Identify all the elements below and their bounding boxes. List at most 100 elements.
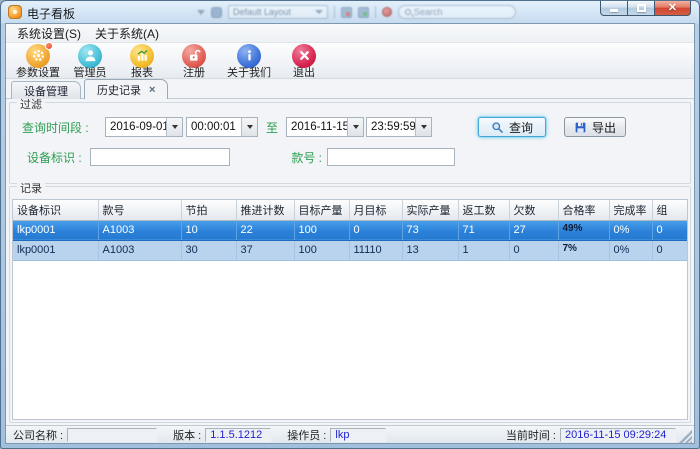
date-from-picker[interactable]: 2016-09-01 — [105, 117, 183, 137]
cell[interactable]: 0% — [609, 240, 652, 260]
toolbar-button-params[interactable]: 参数设置 — [12, 43, 64, 78]
column-header[interactable]: 完成率 — [609, 200, 652, 220]
version-value: 1.1.5.1212 — [205, 428, 271, 442]
menu-system-settings[interactable]: 系统设置(S) — [10, 24, 88, 43]
toolbar-button-label: 注册 — [183, 68, 205, 79]
date-to-value: 2016-11-15 — [287, 121, 347, 133]
company-name-value — [67, 428, 157, 442]
menu-about-system[interactable]: 关于系统(A) — [88, 24, 166, 43]
column-header[interactable]: 实际产量 — [402, 200, 458, 220]
cell[interactable]: lkp0001 — [13, 240, 98, 260]
toolbar-button-admin[interactable]: 管理员 — [64, 43, 116, 78]
maximize-button[interactable] — [628, 1, 655, 16]
cell[interactable]: 1 — [458, 240, 509, 260]
column-header[interactable]: 欠数 — [509, 200, 558, 220]
column-header[interactable]: 返工数 — [458, 200, 509, 220]
cell[interactable]: 37 — [236, 240, 294, 260]
time-range-label: 查询时间段 : — [22, 119, 105, 136]
chevron-down-icon[interactable] — [197, 10, 205, 15]
cell[interactable]: 30 — [181, 240, 236, 260]
chevron-down-icon[interactable] — [347, 118, 363, 136]
cell[interactable]: 0 — [349, 220, 402, 240]
close-window-button[interactable]: ✕ — [655, 1, 691, 16]
column-header[interactable]: 合格率 — [558, 200, 609, 220]
column-header[interactable]: 组 — [652, 200, 688, 220]
column-header[interactable]: 月目标 — [349, 200, 402, 220]
overlay-tool-icon[interactable] — [341, 7, 352, 18]
chevron-down-icon[interactable] — [241, 118, 257, 136]
cell[interactable]: 10 — [181, 220, 236, 240]
time-from-picker[interactable]: 00:00:01 — [186, 117, 258, 137]
titlebar-overlay-toolbar: Default Layout Search — [197, 4, 516, 20]
menubar: 系统设置(S) 关于系统(A) — [6, 24, 694, 43]
cell[interactable]: 71 — [458, 220, 509, 240]
window-title: 电子看板 — [27, 5, 75, 22]
overlay-search-input[interactable]: Search — [398, 5, 516, 19]
layout-select-value: Default Layout — [233, 7, 291, 17]
column-header[interactable]: 节拍 — [181, 200, 236, 220]
column-header[interactable]: 款号 — [98, 200, 181, 220]
cell[interactable]: 100 — [294, 220, 349, 240]
search-placeholder: Search — [414, 7, 443, 17]
tab-history-records[interactable]: 历史记录 × — [84, 79, 168, 99]
cell[interactable]: 0 — [652, 220, 688, 240]
date-from-value: 2016-09-01 — [106, 121, 166, 133]
cell[interactable]: 13 — [402, 240, 458, 260]
titlebar[interactable]: 电子看板 Default Layout Search ✕ — [1, 1, 699, 23]
export-button[interactable]: 导出 — [564, 117, 626, 137]
table-header-row: 设备标识 款号 节拍 推进计数 目标产量 月目标 实际产量 返工数 欠数 合格率 — [13, 200, 688, 220]
minimize-button[interactable] — [600, 1, 628, 16]
statusbar: 公司名称 : 版本 : 1.1.5.1212 操作员 : lkp 当前时间 : … — [6, 425, 694, 443]
query-button[interactable]: 查询 — [478, 117, 546, 137]
query-button-label: 查询 — [509, 119, 533, 136]
layout-select[interactable]: Default Layout — [228, 5, 328, 19]
cell[interactable]: 0% — [609, 220, 652, 240]
cell-pass-rate[interactable]: 7% — [558, 240, 609, 260]
resize-grip[interactable] — [679, 430, 692, 443]
chevron-down-icon[interactable] — [166, 118, 182, 136]
cell[interactable]: 27 — [509, 220, 558, 240]
chart-icon — [130, 44, 154, 68]
cell[interactable]: A1003 — [98, 240, 181, 260]
cell[interactable]: 73 — [402, 220, 458, 240]
toolbar-button-label: 管理员 — [74, 68, 107, 79]
cell[interactable]: 0 — [652, 240, 688, 260]
device-id-input[interactable] — [90, 148, 230, 166]
cell[interactable]: A1003 — [98, 220, 181, 240]
current-time-value: 2016-11-15 09:29:24 — [560, 428, 676, 442]
column-header[interactable]: 设备标识 — [13, 200, 98, 220]
toolbar-button-register[interactable]: 注册 — [168, 43, 220, 78]
toolbar-button-reports[interactable]: 报表 — [116, 43, 168, 78]
column-header[interactable]: 目标产量 — [294, 200, 349, 220]
tab-device-management[interactable]: 设备管理 — [11, 81, 81, 99]
cell[interactable]: 11110 — [349, 240, 402, 260]
record-icon[interactable] — [382, 7, 392, 17]
overlay-tool-icon[interactable] — [358, 7, 369, 18]
search-icon — [405, 9, 411, 15]
column-header[interactable]: 推进计数 — [236, 200, 294, 220]
table-row[interactable]: lkp0001 A1003 10 22 100 0 73 71 27 49% 0 — [13, 220, 688, 240]
unlock-icon — [182, 44, 206, 68]
toolbar-button-exit[interactable]: 退出 — [278, 43, 330, 78]
toolbar-button-about[interactable]: 关于我们 — [220, 43, 278, 78]
toolbar: 参数设置 管理员 报表 注册 — [6, 43, 694, 79]
tab-close-icon[interactable]: × — [149, 85, 155, 95]
cell[interactable]: lkp0001 — [13, 220, 98, 240]
chevron-down-icon[interactable] — [415, 118, 431, 136]
tab-label: 设备管理 — [24, 83, 68, 99]
window-controls: ✕ — [600, 1, 691, 16]
cell-pass-rate[interactable]: 49% — [558, 220, 609, 240]
operator-value: lkp — [330, 428, 386, 442]
cell[interactable]: 100 — [294, 240, 349, 260]
cell[interactable]: 22 — [236, 220, 294, 240]
tabbar: 设备管理 历史记录 × — [6, 79, 694, 99]
style-no-input[interactable] — [327, 148, 455, 166]
overlay-app-icon[interactable] — [211, 7, 222, 18]
toolbar-button-label: 关于我们 — [227, 68, 271, 79]
cell[interactable]: 0 — [509, 240, 558, 260]
date-to-picker[interactable]: 2016-11-15 — [286, 117, 364, 137]
time-to-picker[interactable]: 23:59:59 — [366, 117, 432, 137]
maximize-icon — [637, 4, 646, 12]
current-time-label: 当前时间 : — [506, 427, 556, 443]
table-row[interactable]: lkp0001 A1003 30 37 100 11110 13 1 0 7% — [13, 240, 688, 260]
